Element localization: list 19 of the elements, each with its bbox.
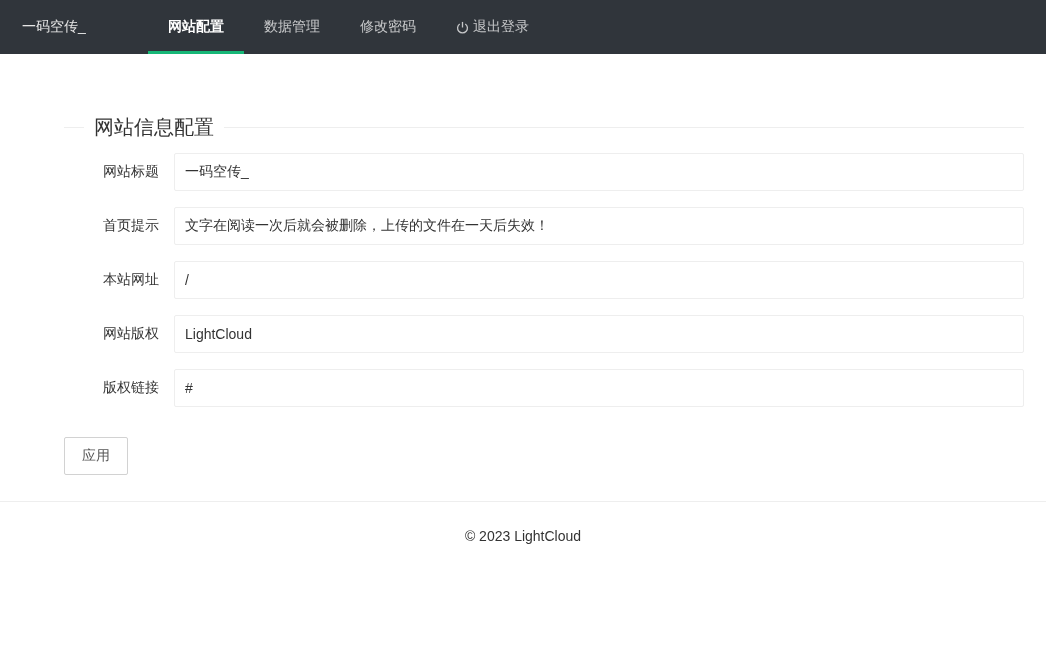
power-icon bbox=[456, 20, 469, 34]
input-field[interactable]: # bbox=[174, 369, 1024, 407]
nav-link[interactable]: 数据管理 bbox=[244, 0, 340, 54]
copyright-text: © 2023 LightCloud bbox=[464, 528, 582, 544]
field-label: 首页提示 bbox=[102, 217, 160, 235]
apply-button[interactable]: 应用 bbox=[64, 437, 128, 475]
field-label: 网站版权 bbox=[102, 325, 160, 343]
input-field[interactable]: LightCloud bbox=[174, 315, 1024, 353]
input-field[interactable]: / bbox=[174, 261, 1024, 299]
field-label: 网站标题 bbox=[102, 163, 160, 181]
nav-link[interactable]: 网站配置 bbox=[148, 0, 244, 54]
section-legend: 网站信息配置 bbox=[84, 114, 224, 141]
field-label: 版权链接 bbox=[102, 379, 160, 397]
input-field[interactable]: 文字在阅读一次后就会被删除，上传的文件在一天后失效！ bbox=[174, 207, 1024, 245]
site-logo-text: 一码空传_ bbox=[22, 18, 87, 36]
nav-link[interactable]: 修改密码 bbox=[340, 0, 436, 54]
nav-link[interactable]: 退出登录 bbox=[436, 0, 549, 54]
input-field[interactable]: 一码空传_ bbox=[174, 153, 1024, 191]
field-label: 本站网址 bbox=[102, 271, 160, 289]
